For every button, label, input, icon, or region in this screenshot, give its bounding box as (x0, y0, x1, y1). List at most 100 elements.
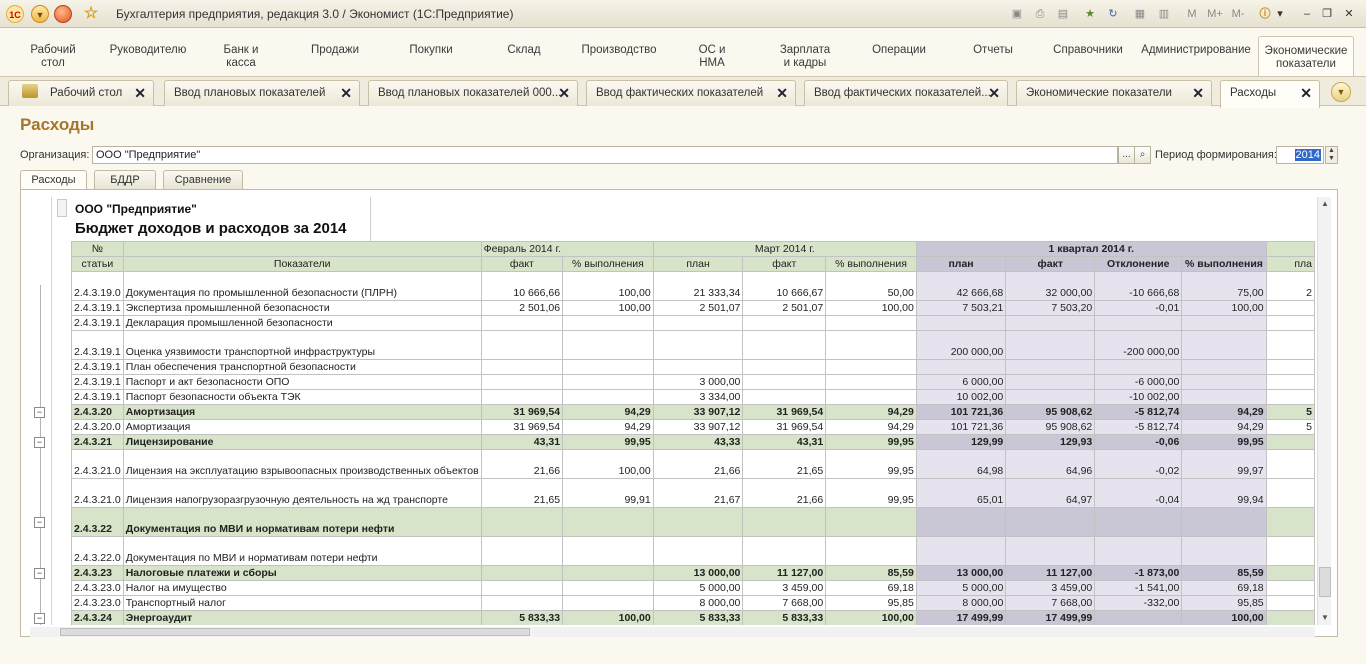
cell-code[interactable]: 2.4.3.23.0 (71, 595, 124, 611)
cell-value[interactable]: 64,97 (1005, 478, 1096, 508)
cell-value[interactable] (825, 330, 917, 360)
cell-value[interactable]: 5 000,00 (915, 580, 1007, 596)
history-icon[interactable]: ↻ (1106, 5, 1120, 23)
select-organization-button[interactable]: ... (1118, 146, 1135, 164)
cell-value[interactable] (1181, 507, 1267, 537)
scroll-up-icon[interactable]: ▲ (1318, 197, 1332, 211)
cell-value[interactable]: 10 666,66 (480, 271, 564, 301)
cell-indicator[interactable]: Амортизация (122, 404, 482, 420)
cell-value[interactable]: 99,91 (562, 478, 654, 508)
cell-value[interactable]: 129,93 (1005, 434, 1096, 450)
cell-value[interactable]: 21,65 (480, 478, 564, 508)
table-group-row[interactable]: 2.4.3.21 Лицензирование 43,31 99,95 43,33 43,… (71, 434, 1315, 450)
scroll-down-icon[interactable]: ▼ (1318, 611, 1332, 625)
table-group-row[interactable]: 2.4.3.22 Документация по МВИ и нормативам… (71, 507, 1315, 537)
cell-value[interactable] (480, 330, 564, 360)
cell-value[interactable]: 200 000,00 (915, 330, 1007, 360)
cell-value[interactable]: 69,18 (825, 580, 917, 596)
cell-value[interactable]: 17 499,99 (915, 610, 1007, 625)
cell-value[interactable]: 43,33 (652, 434, 744, 450)
cell-value[interactable]: 43,31 (480, 434, 564, 450)
preview-icon[interactable]: ▤ (1056, 5, 1070, 23)
cell-value[interactable] (825, 507, 917, 537)
table-group-row[interactable]: 2.4.3.23 Налоговые платежи и сборы 13 000,… (71, 565, 1315, 581)
cell-code[interactable]: 2.4.3.23 (71, 565, 124, 581)
cell-value[interactable]: 101 721,36 (915, 419, 1007, 435)
window-close-icon[interactable]: ✕ (1342, 5, 1356, 23)
tab-expenses[interactable]: Расходы ✕ (1220, 80, 1320, 108)
cell-value[interactable] (825, 389, 917, 405)
section-warehouse[interactable]: Склад (492, 36, 556, 76)
cell-value[interactable]: 5 833,33 (480, 610, 564, 625)
cell-value[interactable]: -0,02 (1094, 449, 1183, 479)
cell-indicator[interactable]: Документация по МВИ и нормативам потери … (122, 536, 482, 566)
section-sales[interactable]: Продажи (302, 36, 368, 76)
close-tab-icon[interactable]: ✕ (776, 81, 788, 105)
cell-value[interactable]: 94,29 (825, 419, 917, 435)
section-catalogs[interactable]: Справочники (1048, 36, 1128, 76)
cell-value[interactable]: 99,97 (1181, 449, 1267, 479)
subtab-comparison[interactable]: Сравнение (163, 170, 243, 190)
table-row[interactable]: 2.4.3.21.0 Лицензия на эксплуатацию взрыв… (71, 449, 1315, 479)
collapse-group-icon[interactable]: − (34, 436, 45, 448)
cell-value[interactable]: 21,67 (652, 478, 744, 508)
cell-value[interactable]: 99,94 (1181, 478, 1267, 508)
cell-value[interactable]: 33 907,12 (652, 404, 744, 420)
cell-value[interactable] (1005, 359, 1096, 375)
cell-value[interactable] (825, 374, 917, 390)
cell-value[interactable]: 94,29 (562, 419, 654, 435)
cell-value[interactable]: 13 000,00 (652, 565, 744, 581)
cell-value[interactable] (825, 315, 917, 331)
favorites-star-icon[interactable]: ☆ (82, 5, 100, 23)
cell-value[interactable]: 13 000,00 (915, 565, 1007, 581)
table-row[interactable]: 2.4.3.21.0 Лицензия напогрузоразгрузочную… (71, 478, 1315, 508)
cell-value[interactable]: -1 541,00 (1094, 580, 1183, 596)
cell-code[interactable]: 2.4.3.19.1 (71, 330, 124, 360)
cell-value[interactable]: -10 002,00 (1094, 389, 1183, 405)
add-favorite-icon[interactable]: ★ (1083, 5, 1097, 23)
cell-value[interactable]: -200 000,00 (1094, 330, 1183, 360)
table-group-row[interactable]: 2.4.3.20 Амортизация 31 969,54 94,29 33 907,… (71, 404, 1315, 420)
tab-fact-input[interactable]: Ввод фактических показателей ✕ (586, 80, 796, 106)
cell-value[interactable]: 31 969,54 (742, 419, 827, 435)
cell-value[interactable]: 10 002,00 (915, 389, 1007, 405)
cell-code[interactable]: 2.4.3.21.0 (71, 478, 124, 508)
cell-value[interactable]: 3 459,00 (742, 580, 827, 596)
cell-value[interactable] (825, 536, 917, 566)
cell-code[interactable]: 2.4.3.21.0 (71, 449, 124, 479)
cell-value[interactable]: 75,00 (1181, 271, 1267, 301)
cell-value[interactable] (1181, 389, 1267, 405)
tab-fact-input-2[interactable]: Ввод фактических показателей... ✕ (804, 80, 1008, 106)
cell-value[interactable] (1265, 595, 1315, 611)
cell-value[interactable]: -1 873,00 (1094, 565, 1183, 581)
cell-indicator[interactable]: Лицензия напогрузоразгрузочную деятельно… (122, 478, 482, 508)
table-group-row[interactable]: 2.4.3.24 Энергоаудит 5 833,33 100,00 5 833,3… (71, 610, 1315, 625)
cell-value[interactable] (480, 595, 564, 611)
table-row[interactable]: 2.4.3.19.1 Паспорт и акт безопасности ОПО… (71, 374, 1315, 390)
cell-value[interactable] (1265, 565, 1315, 581)
cell-value[interactable] (915, 507, 1007, 537)
cell-value[interactable]: 5 833,33 (652, 610, 744, 625)
cell-value[interactable]: 21,65 (742, 449, 827, 479)
collapse-group-icon[interactable]: − (34, 516, 45, 528)
cell-value[interactable]: -0,04 (1094, 478, 1183, 508)
cell-value[interactable] (742, 374, 827, 390)
close-tab-icon[interactable]: ✕ (340, 81, 352, 105)
cell-value[interactable]: 100,00 (562, 449, 654, 479)
cell-code[interactable]: 2.4.3.19.1 (71, 374, 124, 390)
tab-desktop[interactable]: Рабочий стол ✕ (8, 80, 154, 106)
cell-value[interactable]: 99,95 (825, 434, 917, 450)
cell-value[interactable]: 95,85 (1181, 595, 1267, 611)
table-row[interactable]: 2.4.3.19.1 План обеспечения транспортной … (71, 359, 1315, 375)
close-tab-icon[interactable]: ✕ (134, 81, 146, 105)
period-spinner[interactable]: ▲ ▼ (1325, 146, 1338, 164)
cell-value[interactable] (562, 359, 654, 375)
memory-minus-button[interactable]: M- (1229, 5, 1247, 23)
close-tab-icon[interactable]: ✕ (558, 81, 570, 105)
cell-value[interactable] (1265, 580, 1315, 596)
cell-value[interactable] (562, 580, 654, 596)
cell-value[interactable] (1265, 389, 1315, 405)
restore-icon[interactable]: ❐ (1320, 5, 1334, 23)
cell-value[interactable]: 95,85 (825, 595, 917, 611)
cell-code[interactable]: 2.4.3.24 (71, 610, 124, 625)
